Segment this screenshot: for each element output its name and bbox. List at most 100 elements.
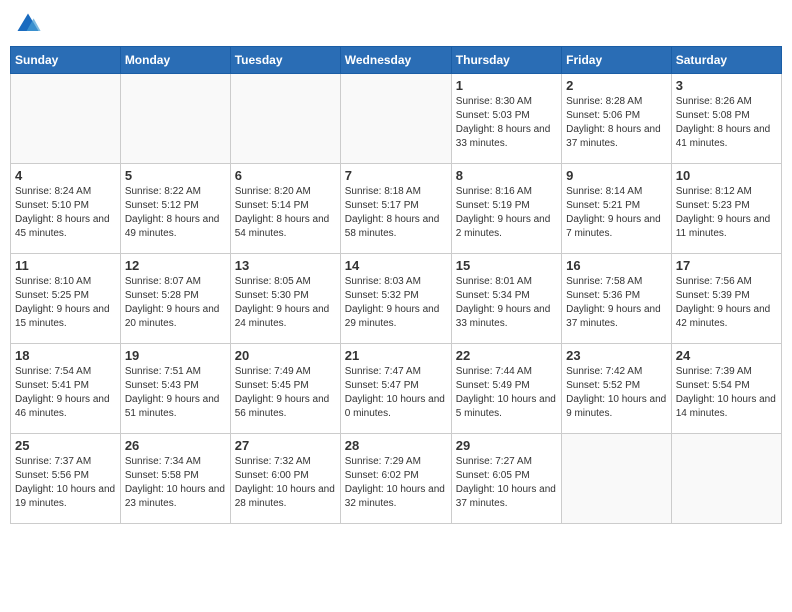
- day-info: Sunrise: 8:10 AMSunset: 5:25 PMDaylight:…: [15, 275, 116, 331]
- day-number: 16: [566, 258, 667, 273]
- day-info: Sunrise: 7:49 AMSunset: 5:45 PMDaylight:…: [235, 365, 336, 421]
- day-number: 27: [235, 438, 336, 453]
- day-number: 14: [345, 258, 447, 273]
- weekday-header-monday: Monday: [120, 47, 230, 74]
- calendar-cell: 26 Sunrise: 7:34 AMSunset: 5:58 PMDayligh…: [120, 434, 230, 524]
- weekday-header-sunday: Sunday: [11, 47, 121, 74]
- calendar-cell: 11 Sunrise: 8:10 AMSunset: 5:25 PMDayligh…: [11, 254, 121, 344]
- day-number: 9: [566, 168, 667, 183]
- day-info: Sunrise: 7:56 AMSunset: 5:39 PMDaylight:…: [676, 275, 777, 331]
- calendar-cell: 2 Sunrise: 8:28 AMSunset: 5:06 PMDaylight…: [562, 74, 672, 164]
- day-info: Sunrise: 7:27 AMSunset: 6:05 PMDaylight:…: [456, 455, 557, 511]
- calendar-cell: 16 Sunrise: 7:58 AMSunset: 5:36 PMDayligh…: [562, 254, 672, 344]
- day-info: Sunrise: 7:54 AMSunset: 5:41 PMDaylight:…: [15, 365, 116, 421]
- day-number: 2: [566, 78, 667, 93]
- logo-icon: [14, 10, 42, 38]
- calendar-cell: 18 Sunrise: 7:54 AMSunset: 5:41 PMDayligh…: [11, 344, 121, 434]
- calendar-cell: 6Sunrise: 8:20 AMSunset: 5:14 PMDaylight…: [230, 164, 340, 254]
- calendar-cell: 24 Sunrise: 7:39 AMSunset: 5:54 PMDayligh…: [671, 344, 781, 434]
- day-number: 17: [676, 258, 777, 273]
- day-number: 4: [15, 168, 116, 183]
- calendar-cell: 19 Sunrise: 7:51 AMSunset: 5:43 PMDayligh…: [120, 344, 230, 434]
- calendar-cell: 9Sunrise: 8:14 AMSunset: 5:21 PMDaylight…: [562, 164, 672, 254]
- day-number: 12: [125, 258, 226, 273]
- day-number: 7: [345, 168, 447, 183]
- calendar-cell: [562, 434, 672, 524]
- day-info: Sunrise: 7:32 AMSunset: 6:00 PMDaylight:…: [235, 455, 336, 511]
- calendar-week-row: 11 Sunrise: 8:10 AMSunset: 5:25 PMDayligh…: [11, 254, 782, 344]
- calendar-cell: 13 Sunrise: 8:05 AMSunset: 5:30 PMDayligh…: [230, 254, 340, 344]
- calendar-cell: [671, 434, 781, 524]
- day-number: 22: [456, 348, 557, 363]
- day-number: 26: [125, 438, 226, 453]
- calendar-cell: 15 Sunrise: 8:01 AMSunset: 5:34 PMDayligh…: [451, 254, 561, 344]
- calendar-cell: 4 Sunrise: 8:24 AMSunset: 5:10 PMDaylight…: [11, 164, 121, 254]
- day-info: Sunrise: 7:29 AMSunset: 6:02 PMDaylight:…: [345, 455, 447, 511]
- day-info: Sunrise: 7:58 AMSunset: 5:36 PMDaylight:…: [566, 275, 667, 331]
- header: [10, 10, 782, 38]
- weekday-header-friday: Friday: [562, 47, 672, 74]
- calendar-week-row: 4 Sunrise: 8:24 AMSunset: 5:10 PMDaylight…: [11, 164, 782, 254]
- day-number: 1: [456, 78, 557, 93]
- calendar-cell: [11, 74, 121, 164]
- day-number: 21: [345, 348, 447, 363]
- day-number: 18: [15, 348, 116, 363]
- calendar-cell: [340, 74, 451, 164]
- day-info: Sunrise: 8:22 AMSunset: 5:12 PMDaylight:…: [125, 185, 226, 241]
- day-info: Sunrise: 8:20 AMSunset: 5:14 PMDaylight:…: [235, 185, 336, 241]
- calendar-cell: 10 Sunrise: 8:12 AMSunset: 5:23 PMDayligh…: [671, 164, 781, 254]
- calendar-cell: 20 Sunrise: 7:49 AMSunset: 5:45 PMDayligh…: [230, 344, 340, 434]
- calendar-cell: 7 Sunrise: 8:18 AMSunset: 5:17 PMDaylight…: [340, 164, 451, 254]
- day-info: Sunrise: 8:24 AMSunset: 5:10 PMDaylight:…: [15, 185, 116, 241]
- calendar-cell: 29 Sunrise: 7:27 AMSunset: 6:05 PMDayligh…: [451, 434, 561, 524]
- day-number: 5: [125, 168, 226, 183]
- calendar-cell: 8 Sunrise: 8:16 AMSunset: 5:19 PMDaylight…: [451, 164, 561, 254]
- day-number: 8: [456, 168, 557, 183]
- calendar-cell: 14 Sunrise: 8:03 AMSunset: 5:32 PMDayligh…: [340, 254, 451, 344]
- day-info: Sunrise: 8:12 AMSunset: 5:23 PMDaylight:…: [676, 185, 777, 241]
- calendar-cell: [120, 74, 230, 164]
- calendar-cell: 28Sunrise: 7:29 AMSunset: 6:02 PMDayligh…: [340, 434, 451, 524]
- calendar-cell: 21Sunrise: 7:47 AMSunset: 5:47 PMDayligh…: [340, 344, 451, 434]
- calendar-cell: 23Sunrise: 7:42 AMSunset: 5:52 PMDayligh…: [562, 344, 672, 434]
- calendar-cell: 12 Sunrise: 8:07 AMSunset: 5:28 PMDayligh…: [120, 254, 230, 344]
- day-info: Sunrise: 8:03 AMSunset: 5:32 PMDaylight:…: [345, 275, 447, 331]
- day-info: Sunrise: 8:28 AMSunset: 5:06 PMDaylight:…: [566, 95, 667, 151]
- day-info: Sunrise: 8:18 AMSunset: 5:17 PMDaylight:…: [345, 185, 447, 241]
- calendar-cell: [230, 74, 340, 164]
- day-info: Sunrise: 7:51 AMSunset: 5:43 PMDaylight:…: [125, 365, 226, 421]
- day-info: Sunrise: 8:30 AMSunset: 5:03 PMDaylight:…: [456, 95, 557, 151]
- calendar-cell: 25 Sunrise: 7:37 AMSunset: 5:56 PMDayligh…: [11, 434, 121, 524]
- day-number: 29: [456, 438, 557, 453]
- weekday-header-tuesday: Tuesday: [230, 47, 340, 74]
- day-number: 13: [235, 258, 336, 273]
- day-info: Sunrise: 8:26 AMSunset: 5:08 PMDaylight:…: [676, 95, 777, 151]
- day-info: Sunrise: 7:34 AMSunset: 5:58 PMDaylight:…: [125, 455, 226, 511]
- day-info: Sunrise: 8:16 AMSunset: 5:19 PMDaylight:…: [456, 185, 557, 241]
- weekday-header-row: SundayMondayTuesdayWednesdayThursdayFrid…: [11, 47, 782, 74]
- weekday-header-thursday: Thursday: [451, 47, 561, 74]
- calendar-week-row: 25 Sunrise: 7:37 AMSunset: 5:56 PMDayligh…: [11, 434, 782, 524]
- day-number: 11: [15, 258, 116, 273]
- day-number: 23: [566, 348, 667, 363]
- day-number: 25: [15, 438, 116, 453]
- calendar-cell: 5 Sunrise: 8:22 AMSunset: 5:12 PMDaylight…: [120, 164, 230, 254]
- day-number: 19: [125, 348, 226, 363]
- calendar-cell: 3Sunrise: 8:26 AMSunset: 5:08 PMDaylight…: [671, 74, 781, 164]
- day-info: Sunrise: 8:07 AMSunset: 5:28 PMDaylight:…: [125, 275, 226, 331]
- calendar-cell: 17 Sunrise: 7:56 AMSunset: 5:39 PMDayligh…: [671, 254, 781, 344]
- day-info: Sunrise: 8:05 AMSunset: 5:30 PMDaylight:…: [235, 275, 336, 331]
- day-info: Sunrise: 7:44 AMSunset: 5:49 PMDaylight:…: [456, 365, 557, 421]
- weekday-header-saturday: Saturday: [671, 47, 781, 74]
- calendar-cell: 27 Sunrise: 7:32 AMSunset: 6:00 PMDayligh…: [230, 434, 340, 524]
- day-number: 24: [676, 348, 777, 363]
- calendar-week-row: 1 Sunrise: 8:30 AMSunset: 5:03 PMDaylight…: [11, 74, 782, 164]
- day-info: Sunrise: 8:01 AMSunset: 5:34 PMDaylight:…: [456, 275, 557, 331]
- day-info: Sunrise: 7:39 AMSunset: 5:54 PMDaylight:…: [676, 365, 777, 421]
- day-info: Sunrise: 7:37 AMSunset: 5:56 PMDaylight:…: [15, 455, 116, 511]
- day-number: 20: [235, 348, 336, 363]
- day-number: 10: [676, 168, 777, 183]
- day-number: 15: [456, 258, 557, 273]
- calendar-week-row: 18 Sunrise: 7:54 AMSunset: 5:41 PMDayligh…: [11, 344, 782, 434]
- calendar-table: SundayMondayTuesdayWednesdayThursdayFrid…: [10, 46, 782, 524]
